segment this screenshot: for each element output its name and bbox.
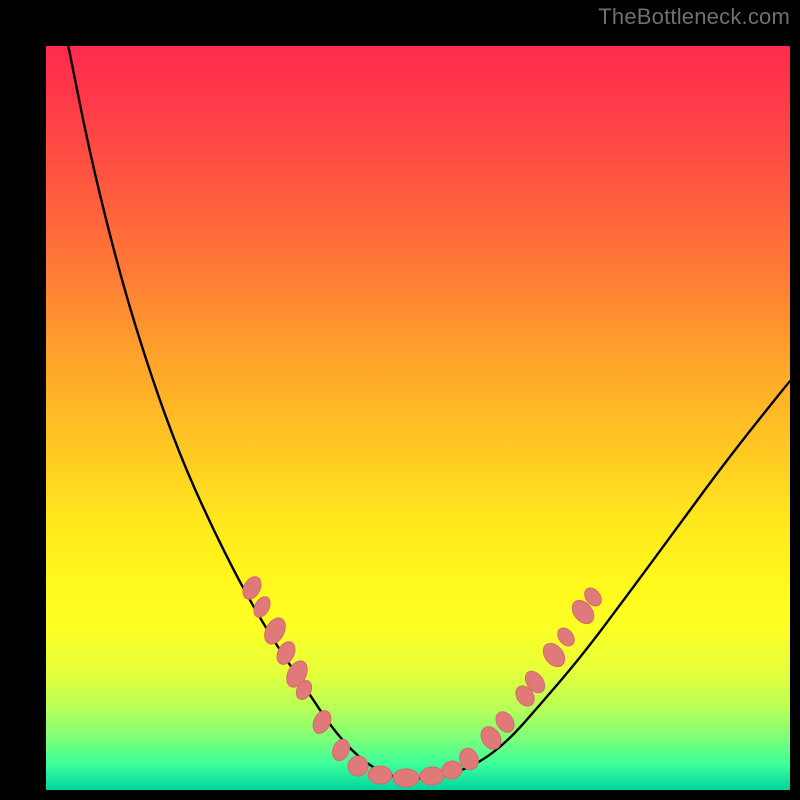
- curve-marker: [393, 769, 419, 787]
- curve-marker: [329, 737, 352, 763]
- curve-marker: [419, 766, 444, 786]
- curve-marker: [554, 625, 577, 649]
- chart-stage: TheBottleneck.com: [0, 0, 800, 800]
- plot-area: [46, 46, 790, 790]
- chart-svg: [46, 46, 790, 790]
- curve-marker: [310, 708, 335, 737]
- curve-marker: [368, 765, 393, 784]
- curve-marker: [346, 754, 369, 777]
- watermark-text: TheBottleneck.com: [598, 4, 790, 30]
- marker-group: [239, 574, 604, 787]
- bottleneck-curve: [68, 46, 790, 779]
